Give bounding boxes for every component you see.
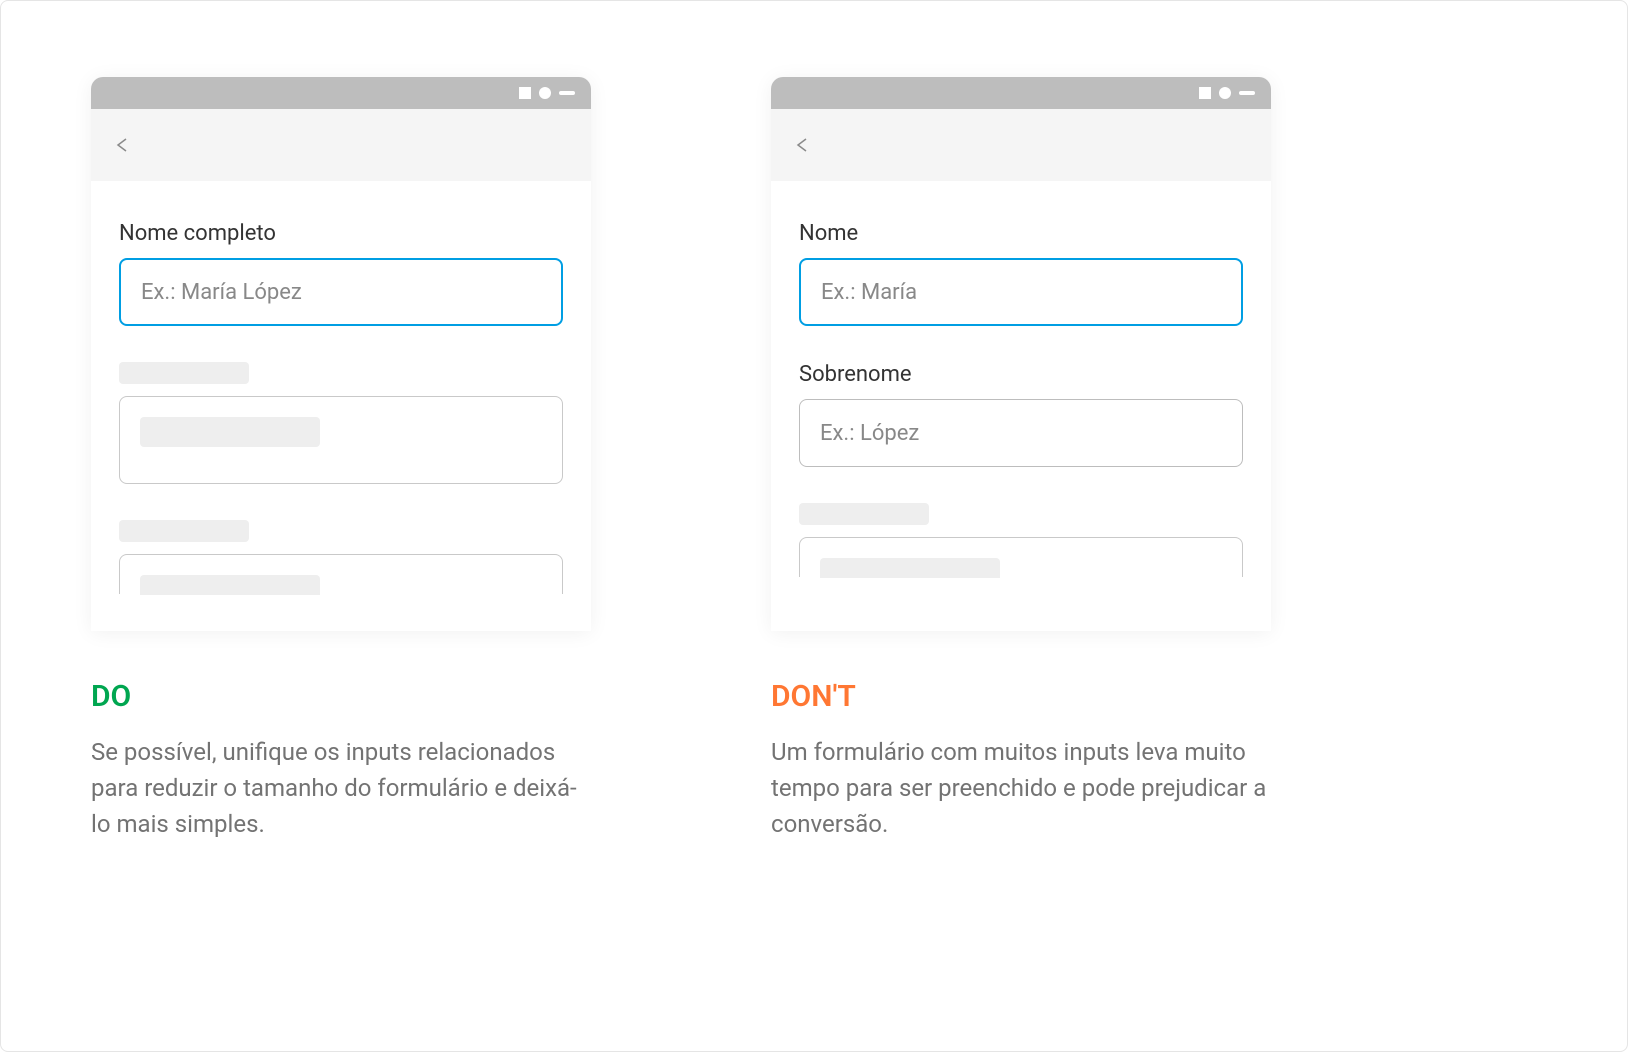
- back-arrow-icon[interactable]: [111, 133, 135, 157]
- first-name-placeholder: Ex.: María: [821, 280, 917, 305]
- status-line-icon: [1239, 91, 1255, 95]
- first-name-label: Nome: [799, 221, 1243, 246]
- nav-bar: [91, 109, 591, 181]
- do-phone-mockup: Nome completo Ex.: María López: [91, 77, 591, 631]
- nav-bar: [771, 109, 1271, 181]
- skeleton-label: [119, 520, 249, 542]
- form-body: Nome completo Ex.: María López: [91, 181, 591, 631]
- status-square-icon: [1199, 87, 1211, 99]
- skeleton-field-cut: [119, 554, 563, 594]
- examples-row: Nome completo Ex.: María López: [1, 1, 1627, 631]
- last-name-label: Sobrenome: [799, 362, 1243, 387]
- last-name-placeholder: Ex.: López: [820, 421, 919, 446]
- status-circle-icon: [539, 87, 551, 99]
- skeleton-field-cut: [799, 537, 1243, 577]
- status-bar: [91, 77, 591, 109]
- do-text: Se possível, unifique os inputs relacion…: [91, 734, 591, 842]
- captions-row: DO Se possível, unifique os inputs relac…: [1, 631, 1627, 842]
- status-square-icon: [519, 87, 531, 99]
- do-caption: DO Se possível, unifique os inputs relac…: [91, 679, 591, 842]
- form-body: Nome Ex.: María Sobrenome Ex.: López: [771, 181, 1271, 631]
- back-arrow-icon[interactable]: [791, 133, 815, 157]
- full-name-input[interactable]: Ex.: María López: [119, 258, 563, 326]
- skeleton-inner: [820, 558, 1000, 578]
- skeleton-label: [799, 503, 929, 525]
- last-name-input[interactable]: Ex.: López: [799, 399, 1243, 467]
- status-line-icon: [559, 91, 575, 95]
- full-name-label: Nome completo: [119, 221, 563, 246]
- status-bar: [771, 77, 1271, 109]
- first-name-input[interactable]: Ex.: María: [799, 258, 1243, 326]
- dont-phone-mockup: Nome Ex.: María Sobrenome Ex.: López: [771, 77, 1271, 631]
- do-heading: DO: [91, 679, 591, 714]
- skeleton-label: [119, 362, 249, 384]
- skeleton-inner: [140, 575, 320, 595]
- status-circle-icon: [1219, 87, 1231, 99]
- skeleton-inner: [140, 417, 320, 447]
- dont-text: Um formulário com muitos inputs leva mui…: [771, 734, 1271, 842]
- skeleton-field: [119, 396, 563, 484]
- dont-caption: DON'T Um formulário com muitos inputs le…: [771, 679, 1271, 842]
- dont-heading: DON'T: [771, 679, 1271, 714]
- full-name-placeholder: Ex.: María López: [141, 280, 302, 305]
